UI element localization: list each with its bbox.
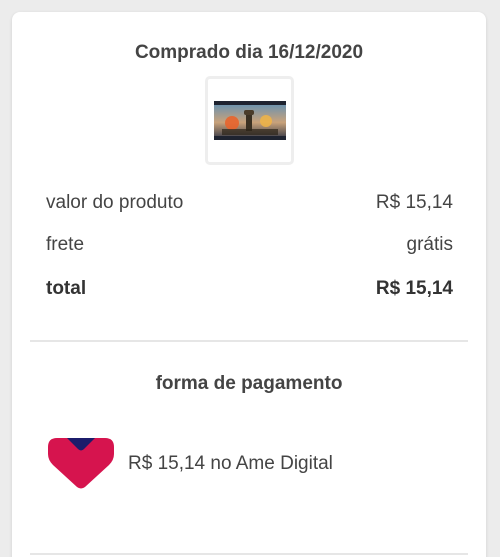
summary-row-total: total R$ 15,14	[46, 278, 453, 300]
section-divider	[30, 553, 468, 555]
summary-row-product-value: valor do produto R$ 15,14	[46, 192, 453, 214]
summary-row-label: frete	[46, 234, 85, 255]
purchase-date-heading: Comprado dia 16/12/2020	[134, 42, 364, 63]
section-divider	[30, 340, 468, 342]
summary-row-label: valor do produto	[46, 192, 184, 213]
order-details-card: Comprado dia 16/12/2020 valor do produto…	[12, 12, 486, 557]
summary-row-value: R$ 15,14	[375, 278, 453, 299]
payment-method-heading: forma de pagamento	[155, 373, 343, 394]
product-thumbnail[interactable]	[205, 76, 294, 165]
payment-description: R$ 15,14 no Ame Digital	[128, 453, 333, 474]
summary-row-label: total	[46, 278, 87, 299]
product-image	[214, 101, 286, 140]
summary-row-shipping: frete grátis	[46, 234, 453, 256]
summary-row-value: grátis	[406, 234, 453, 255]
summary-row-value: R$ 15,14	[375, 192, 453, 213]
ame-digital-heart-icon	[46, 436, 116, 490]
